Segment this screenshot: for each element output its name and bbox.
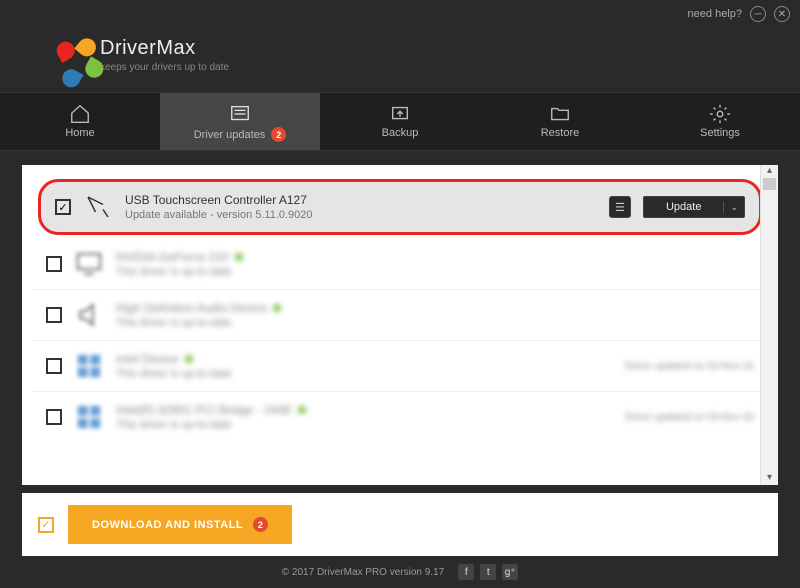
driver-row-highlighted[interactable]: ✓ USB Touchscreen Controller A127 Update… <box>38 179 762 235</box>
list-icon <box>229 103 251 121</box>
scroll-thumb[interactable] <box>763 178 776 190</box>
driver-subtitle: This driver is up-to-date <box>116 266 754 278</box>
driver-row[interactable]: Intel(R) 82801 PCI Bridge - 244E This dr… <box>32 392 768 442</box>
driver-row[interactable]: Intel Device This driver is up-to-date D… <box>32 341 768 392</box>
checkbox[interactable] <box>46 358 62 374</box>
status-dot-icon <box>298 406 306 414</box>
app-logo-icon <box>50 36 88 74</box>
twitter-icon[interactable]: t <box>480 564 496 580</box>
driver-title: Intel(R) 82801 PCI Bridge - 244E <box>116 403 292 417</box>
touchscreen-icon <box>83 192 113 222</box>
audio-icon <box>74 300 104 330</box>
driver-title: USB Touchscreen Controller A127 <box>125 193 597 207</box>
googleplus-icon[interactable]: g⁺ <box>502 564 518 580</box>
driver-row[interactable]: NVIDIA GeForce 210 This driver is up-to-… <box>32 239 768 290</box>
checkbox[interactable] <box>46 256 62 272</box>
download-install-button[interactable]: DOWNLOAD AND INSTALL 2 <box>68 505 292 544</box>
checkbox[interactable] <box>46 307 62 323</box>
status-dot-icon <box>185 355 193 363</box>
scroll-down-icon[interactable]: ▾ <box>761 472 778 483</box>
scrollbar[interactable]: ▴ ▾ <box>760 165 778 485</box>
driver-title: NVIDIA GeForce 210 <box>116 250 229 264</box>
tab-backup[interactable]: Backup <box>320 93 480 150</box>
tab-driver-updates[interactable]: Driver updates2 <box>160 93 320 150</box>
driver-subtitle: This driver is up-to-date <box>116 317 754 329</box>
driver-note: Driver updated on 03-Nov-16 <box>625 361 754 372</box>
driver-row[interactable]: High Definition Audio Device This driver… <box>32 290 768 341</box>
home-icon <box>69 103 91 121</box>
driver-subtitle: This driver is up-to-date <box>116 368 613 380</box>
checkbox[interactable]: ✓ <box>55 199 71 215</box>
app-name: DriverMax <box>100 37 229 60</box>
tab-home[interactable]: Home <box>0 93 160 150</box>
chevron-down-icon[interactable]: ⌄ <box>723 202 744 213</box>
download-badge: 2 <box>253 517 268 532</box>
folder-icon <box>549 103 571 121</box>
driver-list-panel: ▴ ▾ ✓ USB Touchscreen Controller A127 Up… <box>22 165 778 485</box>
update-button[interactable]: Update ⌄ <box>643 196 745 218</box>
facebook-icon[interactable]: f <box>458 564 474 580</box>
footer-copyright: © 2017 DriverMax PRO version 9.17 <box>282 567 444 578</box>
driver-title: High Definition Audio Device <box>116 301 267 315</box>
select-all-checkbox[interactable]: ✓ <box>38 517 54 533</box>
app-tagline: keeps your drivers up to date <box>100 62 229 73</box>
status-dot-icon <box>273 304 281 312</box>
details-button[interactable]: ☰ <box>609 196 631 218</box>
driver-note: Driver updated on 03-Nov-16 <box>625 412 754 423</box>
close-button[interactable]: ✕ <box>774 6 790 22</box>
gear-icon <box>709 103 731 121</box>
minimize-button[interactable]: ─ <box>750 6 766 22</box>
checkbox[interactable] <box>46 409 62 425</box>
status-dot-icon <box>235 253 243 261</box>
updates-badge: 2 <box>271 127 286 142</box>
windows-icon <box>74 351 104 381</box>
tab-restore[interactable]: Restore <box>480 93 640 150</box>
monitor-icon <box>74 249 104 279</box>
backup-icon <box>389 103 411 121</box>
driver-subtitle: Update available - version 5.11.0.9020 <box>125 209 597 221</box>
tab-settings[interactable]: Settings <box>640 93 800 150</box>
windows-icon <box>74 402 104 432</box>
help-link[interactable]: need help? <box>688 8 742 20</box>
scroll-up-icon[interactable]: ▴ <box>761 165 778 176</box>
driver-title: Intel Device <box>116 352 179 366</box>
driver-subtitle: This driver is up-to-date <box>116 419 613 431</box>
